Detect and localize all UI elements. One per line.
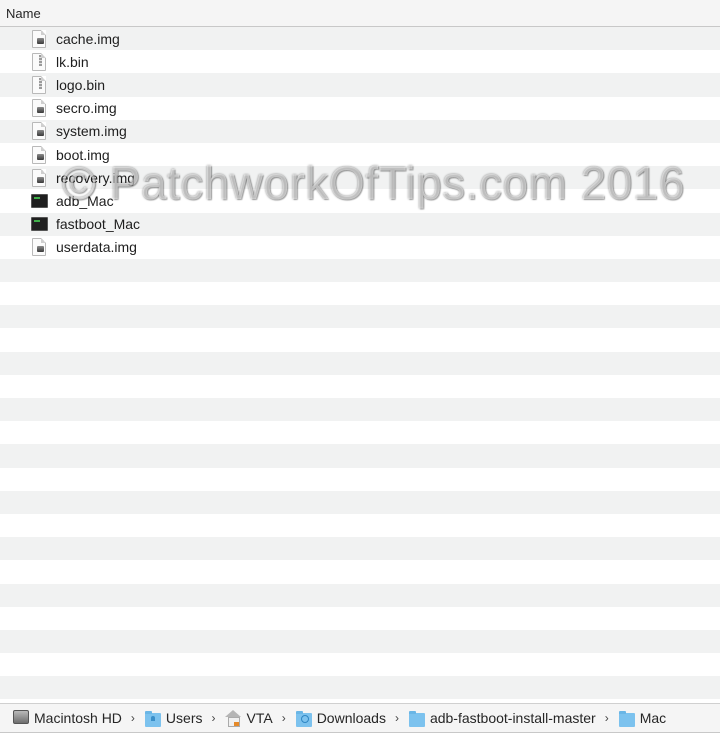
path-item-users[interactable]: Users: [144, 710, 203, 727]
disk-image-icon: [31, 238, 47, 257]
empty-row: [0, 398, 720, 422]
file-list[interactable]: cache.img lk.bin logo.bin secro.img system.i…: [0, 27, 720, 703]
path-item-mac[interactable]: Mac: [618, 710, 667, 727]
users-folder-icon: [144, 711, 161, 727]
file-row[interactable]: secro.img: [0, 96, 720, 120]
path-item-macintosh-hd[interactable]: Macintosh HD: [13, 710, 122, 726]
path-item-vta[interactable]: VTA: [225, 710, 273, 727]
chevron-right-icon: ›: [130, 711, 135, 725]
hard-drive-icon: [13, 710, 29, 724]
terminal-executable-icon: [31, 215, 48, 233]
archive-document-icon: [31, 75, 47, 94]
path-item-label: Downloads: [316, 710, 386, 726]
empty-row: [0, 328, 720, 352]
empty-row: [0, 374, 720, 398]
empty-row: [0, 583, 720, 607]
file-name: adb_Mac: [56, 192, 114, 209]
empty-row: [0, 676, 720, 700]
empty-row: [0, 537, 720, 561]
file-name: fastboot_Mac: [56, 216, 141, 233]
file-row[interactable]: fastboot_Mac: [0, 212, 720, 236]
file-row[interactable]: adb_Mac: [0, 189, 720, 213]
path-item-downloads[interactable]: Downloads: [295, 710, 386, 727]
path-bar: Macintosh HD › Users › VTA › Downloads ›…: [0, 703, 720, 733]
disk-image-icon: [31, 99, 47, 118]
path-item-label: Macintosh HD: [34, 710, 122, 726]
empty-row: [0, 467, 720, 491]
file-name: cache.img: [56, 30, 120, 47]
empty-row: [0, 444, 720, 468]
column-header-name[interactable]: Name: [0, 6, 41, 21]
home-icon: [225, 710, 242, 727]
chevron-right-icon: ›: [604, 711, 609, 725]
archive-document-icon: [31, 52, 47, 71]
path-item-label: Mac: [639, 710, 667, 726]
chevron-right-icon: ›: [394, 711, 399, 725]
empty-row: [0, 421, 720, 445]
file-row[interactable]: recovery.img: [0, 166, 720, 190]
downloads-folder-icon: [295, 711, 312, 727]
empty-row: [0, 351, 720, 375]
disk-image-icon: [31, 122, 47, 141]
file-name: logo.bin: [56, 76, 106, 93]
file-row[interactable]: logo.bin: [0, 73, 720, 97]
file-row[interactable]: boot.img: [0, 142, 720, 167]
empty-row: [0, 513, 720, 538]
empty-row: [0, 653, 720, 677]
empty-row: [0, 606, 720, 630]
empty-row: [0, 490, 720, 514]
file-name: boot.img: [56, 146, 110, 163]
file-name: lk.bin: [56, 53, 89, 70]
disk-image-icon: [31, 168, 47, 187]
file-name: system.img: [56, 123, 127, 140]
chevron-right-icon: ›: [281, 711, 286, 725]
chevron-right-icon: ›: [211, 711, 216, 725]
list-header: Name: [0, 0, 720, 27]
empty-row: [0, 629, 720, 654]
folder-icon: [618, 711, 635, 727]
file-row[interactable]: lk.bin: [0, 50, 720, 74]
path-item-label: Users: [165, 710, 203, 726]
file-row[interactable]: userdata.img: [0, 235, 720, 259]
file-name: secro.img: [56, 100, 117, 117]
empty-row: [0, 282, 720, 306]
disk-image-icon: [31, 145, 47, 164]
file-row[interactable]: cache.img: [0, 27, 720, 51]
terminal-executable-icon: [31, 192, 48, 210]
empty-row: [0, 305, 720, 329]
empty-row: [0, 560, 720, 584]
folder-icon: [408, 711, 425, 727]
path-item-adb-fastboot-install-master[interactable]: adb-fastboot-install-master: [408, 710, 596, 727]
disk-image-icon: [31, 29, 47, 48]
file-row[interactable]: system.img: [0, 119, 720, 143]
file-name: recovery.img: [56, 169, 136, 186]
path-item-label: adb-fastboot-install-master: [429, 710, 596, 726]
empty-row: [0, 258, 720, 283]
path-item-label: VTA: [246, 710, 273, 726]
file-name: userdata.img: [56, 239, 137, 256]
